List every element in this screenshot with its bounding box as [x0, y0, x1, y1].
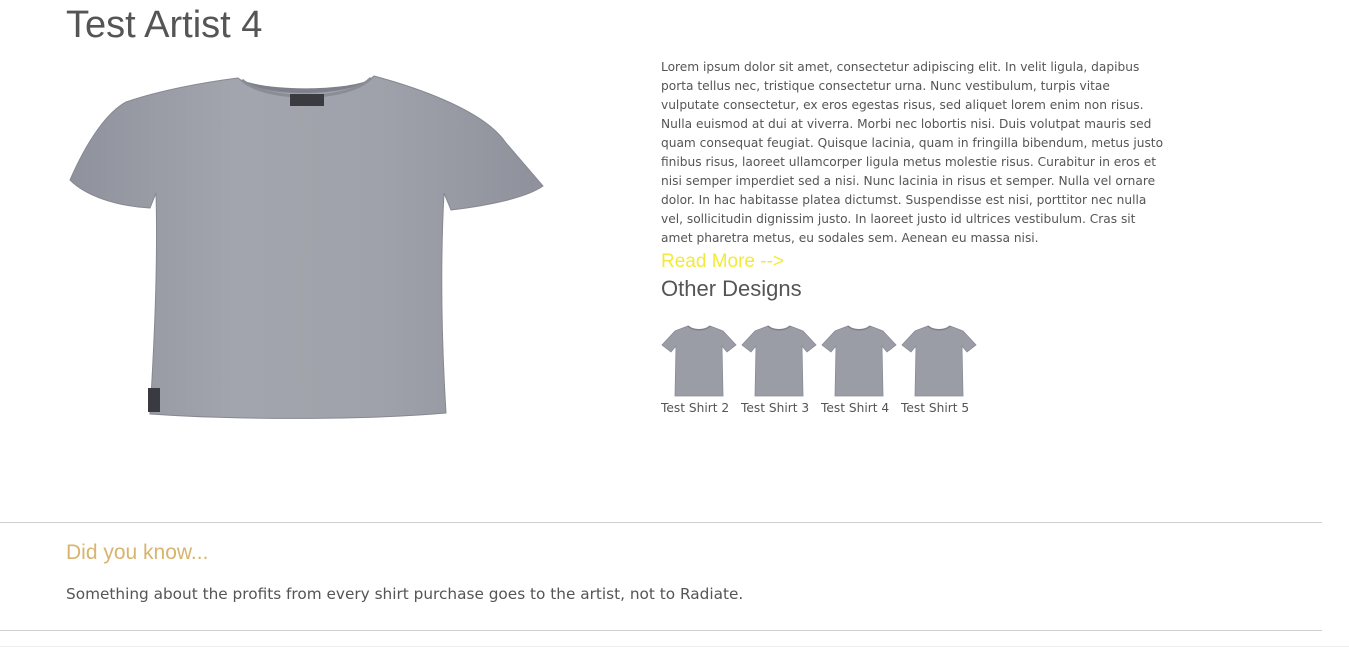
divider [0, 630, 1322, 631]
design-label: Test Shirt 2 [661, 401, 730, 415]
read-more-link[interactable]: Read More --> [661, 251, 1166, 273]
did-you-know-title: Did you know... [66, 541, 209, 564]
other-designs-title: Other Designs [661, 276, 802, 301]
artist-details: Lorem ipsum dolor sit amet, consectetur … [661, 58, 1166, 417]
did-you-know-text: Something about the profits from every s… [66, 585, 744, 603]
main-shirt-image [66, 68, 548, 420]
design-thumb-test-shirt-5[interactable]: Test Shirt 5 [901, 322, 981, 417]
tshirt-icon [69, 75, 544, 419]
divider [0, 522, 1322, 523]
design-thumb-test-shirt-2[interactable]: Test Shirt 2 [661, 322, 741, 417]
design-thumb-test-shirt-4[interactable]: Test Shirt 4 [821, 322, 901, 417]
artist-description: Lorem ipsum dolor sit amet, consectetur … [661, 60, 1164, 245]
tshirt-icon [741, 325, 817, 397]
design-thumb-test-shirt-3[interactable]: Test Shirt 3 [741, 322, 821, 417]
tshirt-icon [661, 325, 737, 397]
page-title: Test Artist 4 [66, 4, 263, 46]
tshirt-icon [821, 325, 897, 397]
tshirt-icon [901, 325, 977, 397]
design-label: Test Shirt 5 [901, 401, 970, 415]
design-label: Test Shirt 3 [741, 401, 810, 415]
other-designs-list: Test Shirt 2 Test Shirt 3 Test Shirt 4 T… [661, 322, 1166, 417]
design-label: Test Shirt 4 [821, 401, 890, 415]
